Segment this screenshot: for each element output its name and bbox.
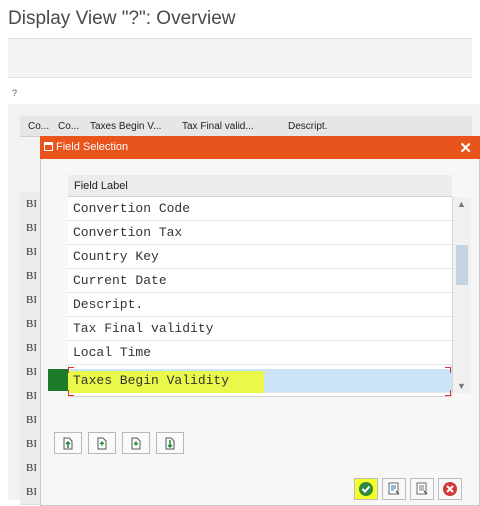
row-label: BI (26, 342, 37, 354)
list-item-label: Tax Final validity (73, 321, 214, 336)
row-label: BI (26, 414, 37, 426)
list-item[interactable]: Descript. (68, 293, 452, 317)
scroll-thumb[interactable] (456, 245, 468, 285)
row-label: BI (26, 222, 37, 234)
list-item-label: Current Date (73, 273, 167, 288)
move-up-button[interactable] (88, 432, 116, 454)
list-item[interactable]: Convertion Code (68, 197, 452, 221)
dialog-window-icon (44, 142, 53, 151)
list-item-label: Country Key (73, 249, 159, 264)
details-icon (416, 482, 428, 495)
cancel-icon (443, 482, 457, 496)
list-item[interactable]: Convertion Tax (68, 221, 452, 245)
list-item-label: Local Time (73, 345, 152, 360)
page-title: Display View "?": Overview (8, 8, 236, 29)
row-label: BI (26, 294, 37, 306)
list-header-label: Field Label (74, 180, 128, 192)
move-to-bottom-icon (165, 437, 175, 450)
move-up-icon (97, 437, 107, 450)
row-label: BI (26, 318, 37, 330)
focus-corner (68, 367, 74, 373)
dialog-titlebar[interactable]: Field Selection ✕ (40, 136, 480, 159)
row-label: BI (26, 246, 37, 258)
details-button[interactable] (410, 478, 434, 500)
close-icon[interactable]: ✕ (459, 139, 472, 157)
row-label: BI (26, 198, 37, 210)
scroll-down-icon[interactable]: ▼ (457, 381, 466, 391)
move-buttons (54, 432, 194, 454)
table-header: Co... Co... Taxes Begin V... Tax Final v… (20, 116, 472, 137)
list-scrollbar[interactable]: ▲ ▼ (452, 197, 471, 393)
move-down-button[interactable] (122, 432, 150, 454)
toolbar (8, 38, 472, 78)
row-selector[interactable] (48, 369, 68, 391)
row-label: BI (26, 366, 37, 378)
list-item-label: Convertion Code (73, 201, 191, 216)
cancel-button[interactable] (438, 478, 462, 500)
list-item[interactable]: Country Key (68, 245, 452, 269)
focus-corner (445, 367, 451, 373)
focus-corner (445, 390, 451, 396)
row-label: BI (26, 462, 37, 474)
selected-item-label: Taxes Begin Validity (73, 373, 230, 388)
list-item[interactable]: Local Time (68, 341, 452, 365)
list-item-label: Convertion Tax (73, 225, 183, 240)
column-header-4[interactable]: Tax Final valid... (182, 121, 254, 132)
row-label: BI (26, 270, 37, 282)
list-header[interactable]: Field Label (68, 175, 452, 197)
move-to-bottom-button[interactable] (156, 432, 184, 454)
list-item[interactable]: Current Date (68, 269, 452, 293)
move-to-top-icon (63, 437, 73, 450)
field-list-button[interactable] (382, 478, 406, 500)
row-label: BI (26, 390, 37, 402)
column-header-2[interactable]: Co... (58, 121, 79, 132)
move-to-top-button[interactable] (54, 432, 82, 454)
field-list-icon (388, 482, 400, 495)
quick-label: ? (12, 88, 18, 98)
dialog-footer (354, 478, 474, 502)
list-item-label: Descript. (73, 297, 144, 312)
row-label: BI (26, 438, 37, 450)
column-header-1[interactable]: Co... (28, 121, 49, 132)
focus-corner (68, 390, 74, 396)
move-down-icon (131, 437, 141, 450)
scroll-up-icon[interactable]: ▲ (457, 199, 466, 209)
dialog-title: Field Selection (56, 141, 129, 153)
confirm-button[interactable] (354, 478, 378, 500)
confirm-icon (359, 482, 373, 496)
list-item[interactable]: Tax Final validity (68, 317, 452, 341)
row-label: BI (26, 486, 37, 498)
column-header-5[interactable]: Descript. (288, 121, 327, 132)
quick-row: ? (8, 86, 472, 100)
column-header-3[interactable]: Taxes Begin V... (90, 121, 161, 132)
